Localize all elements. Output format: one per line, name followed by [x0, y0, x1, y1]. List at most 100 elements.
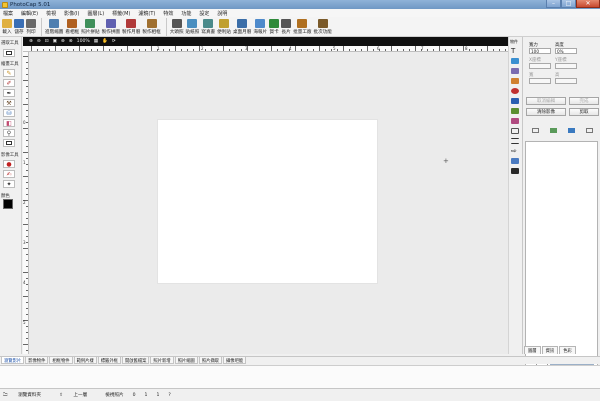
minimize-button[interactable]: – — [546, 0, 561, 8]
toolbar-button-9[interactable]: 大頭照 — [170, 17, 184, 36]
line-object-icon[interactable] — [511, 138, 519, 144]
browser-tab-5[interactable]: 開啟舊檔案 — [121, 357, 150, 364]
banner-object-icon[interactable] — [511, 98, 519, 104]
toolbar-button-13[interactable]: 桌面月曆 — [233, 17, 251, 36]
browser-tab-8[interactable]: 照片擷取 — [198, 357, 222, 364]
balloon-object-icon[interactable] — [511, 108, 519, 114]
menu-item-4[interactable]: 圖層(L) — [87, 10, 104, 17]
panel-tab-1[interactable]: 資訊 — [541, 346, 559, 354]
maximize-button[interactable]: □ — [561, 0, 576, 8]
grid-icon[interactable]: ▦ — [94, 39, 98, 44]
menu-item-0[interactable]: 檔案 — [3, 10, 13, 17]
rect-select-tool[interactable] — [3, 49, 15, 57]
browse-folder-button[interactable]: 🗀 瀏覽資料夾 — [3, 391, 50, 399]
menu-item-2[interactable]: 檢視 — [46, 10, 56, 17]
clip-button[interactable]: 剪取 — [569, 108, 599, 116]
y-field[interactable] — [555, 63, 577, 69]
shape-object-icon[interactable] — [511, 68, 519, 74]
frame-object-icon[interactable] — [511, 78, 519, 84]
clear-image-button[interactable]: 清除影像 — [526, 108, 566, 116]
speech-object-icon[interactable] — [511, 158, 519, 164]
hand-icon[interactable]: ✋ — [102, 39, 108, 44]
clone-tool[interactable]: ✦ — [3, 180, 15, 188]
shape-tool[interactable] — [3, 139, 15, 147]
eyedropper-tool[interactable]: ⚲ — [3, 129, 15, 137]
toolbar-button-16[interactable]: 長片 — [281, 17, 292, 36]
toolbar-button-4[interactable]: 看相框 — [65, 17, 79, 36]
layer-merge-icon[interactable] — [567, 127, 575, 133]
menu-item-7[interactable]: 特效 — [163, 10, 173, 17]
red-eye-tool[interactable]: ● — [3, 160, 15, 168]
image-object-icon[interactable] — [511, 58, 519, 64]
panel-tab-2[interactable]: 色彩 — [559, 346, 576, 354]
airbrush-tool[interactable]: ✒ — [3, 89, 15, 97]
toolbar-button-10[interactable]: 貼紙照 — [186, 17, 199, 36]
cancel-edit-button[interactable]: 取消編輯 — [526, 97, 566, 105]
pencil-tool[interactable]: ✎ — [3, 69, 15, 77]
width-field[interactable]: 100 — [529, 48, 551, 54]
toolbar-button-3[interactable]: 進階縮圖 — [45, 17, 63, 36]
browser-tab-7[interactable]: 照片縮圖 — [174, 357, 198, 364]
menu-item-10[interactable]: 說明 — [217, 10, 227, 17]
browser-tab-1[interactable]: 影像物件 — [25, 357, 49, 364]
toolbar-button-18[interactable]: 批次功能 — [314, 17, 332, 36]
toolbar-button-15[interactable]: 賀卡 — [269, 17, 280, 36]
foreground-color-swatch[interactable] — [3, 199, 13, 209]
browser-tab-9[interactable]: 攝像吧能 — [222, 357, 247, 364]
zoom-in-icon[interactable]: ⊕ — [29, 39, 33, 44]
browser-tab-0[interactable]: 瀏覽影片 — [1, 357, 25, 364]
thumbnail-strip[interactable] — [0, 365, 600, 388]
close-button[interactable]: ✕ — [576, 0, 600, 8]
menu-item-1[interactable]: 編輯(E) — [21, 10, 38, 17]
menu-item-3[interactable]: 影像(I) — [64, 10, 79, 17]
text-object-icon[interactable]: T — [511, 48, 519, 55]
view-photos-label[interactable]: 檢視照片 — [105, 392, 123, 398]
stamp-tool[interactable]: ⚒ — [3, 99, 15, 107]
h-field[interactable] — [555, 78, 577, 84]
menu-item-5[interactable]: 標籤(M) — [112, 10, 130, 17]
menu-item-6[interactable]: 濾鏡(T) — [138, 10, 155, 17]
browser-tab-2[interactable]: 相框物件 — [49, 357, 73, 364]
w-field[interactable] — [529, 78, 551, 84]
browser-tab-3[interactable]: 範例片樣 — [73, 357, 97, 364]
toolbar-button-17[interactable]: 批量工廠 — [293, 17, 312, 36]
toolbar-button-14[interactable]: 海報片 — [253, 17, 267, 36]
browser-tab-6[interactable]: 照片新增 — [150, 357, 174, 364]
fit-icon[interactable]: ⊡ — [45, 39, 49, 44]
film-object-icon[interactable] — [511, 168, 519, 174]
zoom-reset-icon[interactable]: ⊗ — [69, 39, 73, 44]
refresh-icon[interactable]: ⟳ — [112, 39, 116, 44]
brush-tool[interactable]: ✐ — [3, 79, 15, 87]
x-field[interactable] — [529, 63, 551, 69]
panel-tab-0[interactable]: 圖層 — [524, 346, 541, 354]
parent-folder-button[interactable]: ⇧ 上一層 — [59, 392, 96, 398]
browser-tab-4[interactable]: 標籤外框 — [97, 357, 121, 364]
menu-item-9[interactable]: 設定 — [199, 10, 209, 17]
sticker-object-icon[interactable] — [511, 88, 519, 94]
help-button[interactable]: ? — [168, 393, 170, 398]
callout-object-icon[interactable] — [511, 128, 519, 134]
toolbar-button-6[interactable]: 製作拼圖 — [102, 17, 120, 36]
toolbar-button-7[interactable]: 製作月曆 — [122, 17, 140, 36]
smudge-tool[interactable]: ✍ — [3, 170, 15, 178]
toolbar-button-0[interactable]: 載入 — [2, 17, 12, 36]
arrow-object-icon[interactable]: ⇨ — [511, 148, 519, 155]
toolbar-button-5[interactable]: 照片拼貼 — [81, 17, 100, 36]
actual-size-icon[interactable]: ▣ — [53, 39, 57, 44]
toolbar-button-1[interactable]: 儲存 — [14, 17, 24, 36]
fill-tool[interactable]: ⛁ — [3, 109, 15, 117]
zoom-out-icon[interactable]: ⊖ — [37, 39, 41, 44]
layer-delete-icon[interactable] — [585, 127, 593, 133]
menu-item-8[interactable]: 功能 — [181, 10, 191, 17]
toolbar-button-11[interactable]: 寫真書 — [201, 17, 215, 36]
toolbar-button-8[interactable]: 製作相框 — [142, 17, 161, 36]
mask-object-icon[interactable] — [511, 118, 519, 124]
toolbar-button-12[interactable]: 便利貼 — [217, 17, 231, 36]
toolbar-button-2[interactable]: 列印 — [26, 17, 36, 36]
eraser-tool[interactable]: ◧ — [3, 119, 15, 127]
image-canvas[interactable] — [157, 119, 378, 284]
height-field[interactable]: 0% — [555, 48, 577, 54]
zoom-fit-icon[interactable]: ⊕ — [61, 39, 65, 44]
layer-add-icon[interactable] — [531, 127, 539, 133]
finish-button[interactable]: 完成 — [569, 97, 599, 105]
